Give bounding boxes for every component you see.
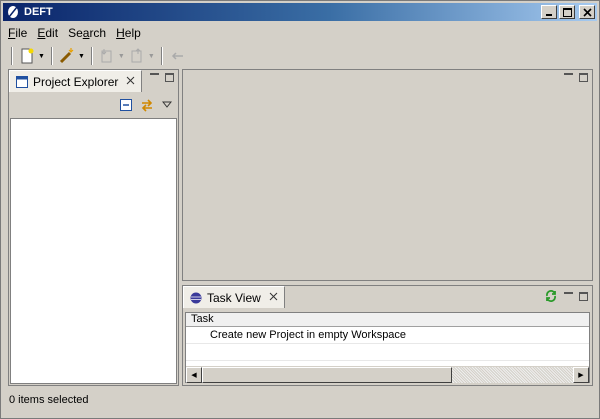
toolbar-separator: [90, 47, 93, 65]
menu-search-label-a: Se: [68, 26, 83, 40]
back-button[interactable]: [167, 46, 187, 66]
window-title: DEFT: [24, 6, 53, 18]
main-toolbar: ▼ ▼ ▼ ▼: [3, 44, 597, 68]
task-view-panel: Task View Task Create new Project in emp…: [182, 285, 593, 386]
maximize-icon: [562, 7, 572, 17]
chevron-down-icon[interactable]: ▼: [78, 53, 85, 60]
minimize-icon[interactable]: [150, 73, 159, 82]
close-button[interactable]: [579, 5, 595, 19]
tab-task-view[interactable]: Task View: [183, 286, 285, 308]
scroll-track[interactable]: [452, 367, 573, 383]
chevron-down-icon[interactable]: ▼: [38, 53, 45, 60]
menu-help-label: elp: [124, 26, 141, 40]
scroll-left-icon[interactable]: ◀: [186, 367, 202, 383]
project-explorer-header: Project Explorer: [9, 70, 178, 92]
menu-search[interactable]: Search: [63, 26, 111, 40]
collapse-all-icon[interactable]: [120, 99, 132, 111]
toolbar-separator: [50, 47, 53, 65]
maximize-button[interactable]: [559, 5, 575, 19]
wizard-button[interactable]: ▼: [57, 46, 87, 66]
view-menu-icon[interactable]: [162, 101, 172, 109]
maximize-icon[interactable]: [165, 73, 174, 82]
app-window: DEFT File Edit Search Help ▼ ▼ ▼ ▼ Proje…: [0, 0, 600, 419]
new-button[interactable]: ▼: [17, 46, 47, 66]
menu-file[interactable]: File: [3, 26, 32, 40]
next-annotation-button[interactable]: ▼: [97, 46, 127, 66]
scroll-thumb[interactable]: [202, 367, 452, 383]
project-explorer-tab-label: Project Explorer: [33, 74, 119, 89]
tab-project-explorer[interactable]: Project Explorer: [9, 70, 143, 92]
table-row[interactable]: Create new Project in empty Workspace: [186, 327, 589, 344]
wand-icon: [59, 48, 74, 64]
project-explorer-toolbar: [9, 92, 178, 118]
refresh-icon[interactable]: [544, 289, 558, 303]
editor-pane-controls: [564, 73, 588, 82]
maximize-icon[interactable]: [579, 291, 588, 301]
task-view-tab-label: Task View: [207, 290, 261, 305]
maximize-icon[interactable]: [579, 73, 588, 82]
minimize-icon[interactable]: [564, 291, 573, 301]
table-row-empty: [186, 344, 589, 361]
menu-help-mnemonic: H: [116, 26, 125, 40]
menu-edit-label: dit: [45, 26, 59, 40]
task-view-header: Task View: [183, 286, 592, 308]
menu-bar: File Edit Search Help: [3, 24, 597, 42]
eclipse-icon: [190, 292, 202, 303]
previous-annotation-icon: [131, 48, 142, 63]
task-table: Task Create new Project in empty Workspa…: [185, 312, 590, 383]
project-explorer-pane-controls: [150, 73, 174, 82]
horizontal-scrollbar[interactable]: ◀ ▶: [186, 366, 589, 383]
back-icon: [171, 52, 183, 60]
task-column-header[interactable]: Task: [186, 313, 589, 327]
chevron-down-icon[interactable]: ▼: [148, 53, 155, 60]
project-explorer-tree[interactable]: [10, 118, 177, 384]
close-icon: [582, 7, 592, 17]
toolbar-separator: [11, 47, 13, 65]
minimize-button[interactable]: [541, 5, 557, 19]
task-view-pane-controls: [544, 289, 588, 303]
menu-search-label-b: rch: [89, 26, 107, 40]
menu-help[interactable]: Help: [111, 26, 146, 40]
project-explorer-panel: Project Explorer: [8, 69, 179, 386]
menu-edit[interactable]: Edit: [32, 26, 63, 40]
minimize-icon: [546, 14, 552, 16]
minimize-icon[interactable]: [564, 73, 573, 82]
editor-body: [183, 92, 592, 280]
close-icon[interactable]: [126, 76, 135, 88]
new-icon: [21, 48, 34, 64]
feather-icon: [6, 5, 20, 19]
status-text: 0 items selected: [9, 394, 89, 406]
editor-area: [182, 69, 593, 281]
previous-annotation-button[interactable]: ▼: [127, 46, 157, 66]
menu-file-label: ile: [15, 26, 28, 40]
link-with-editor-icon[interactable]: [140, 98, 154, 112]
project-explorer-icon: [16, 75, 28, 88]
scroll-right-icon[interactable]: ▶: [573, 367, 589, 383]
title-bar[interactable]: DEFT: [3, 3, 597, 21]
close-icon[interactable]: [269, 292, 278, 304]
chevron-down-icon[interactable]: ▼: [118, 53, 125, 60]
toolbar-separator: [160, 47, 163, 65]
window-controls: [541, 5, 595, 19]
next-annotation-icon: [101, 49, 112, 63]
